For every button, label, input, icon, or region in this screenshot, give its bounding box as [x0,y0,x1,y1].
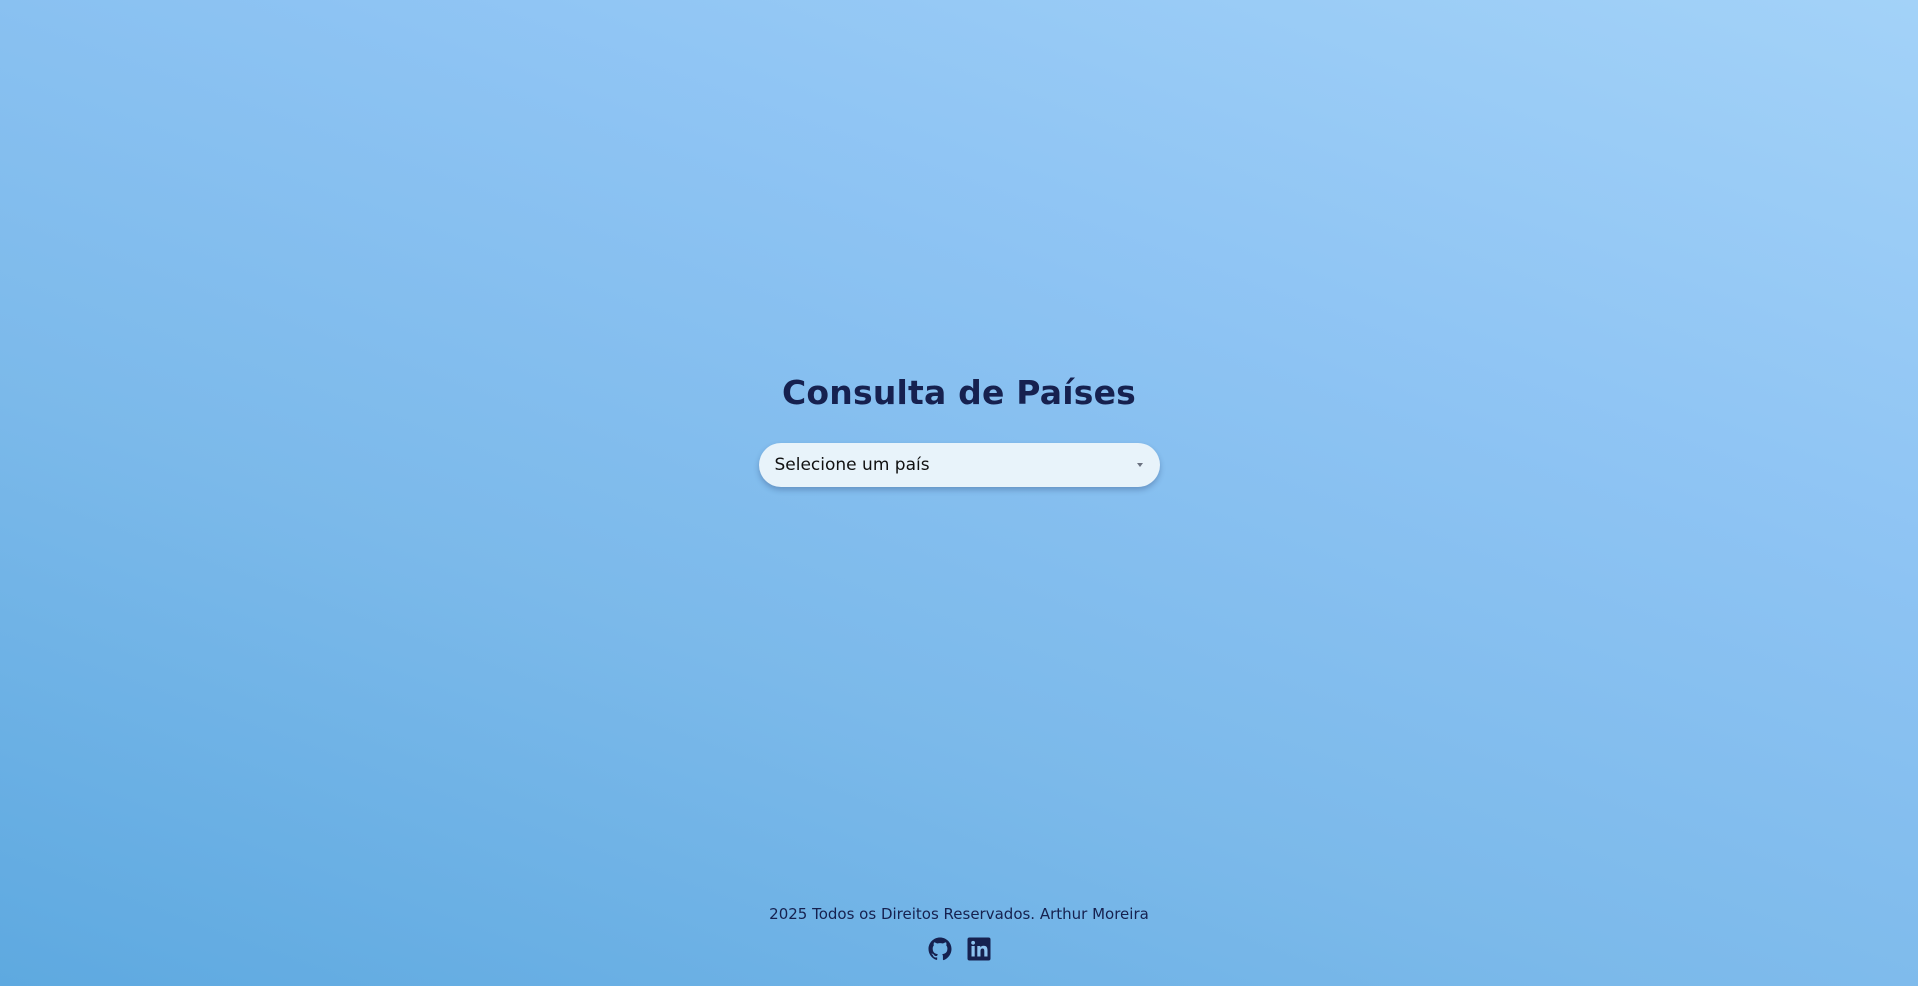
github-link[interactable] [928,937,952,961]
footer: 2025 Todos os Direitos Reservados. Arthu… [0,902,1918,961]
page-title: Consulta de Países [782,373,1136,412]
linkedin-link[interactable] [967,937,991,961]
linkedin-icon [967,937,990,961]
github-icon [928,937,951,961]
copyright-text: 2025 Todos os Direitos Reservados. Arthu… [769,905,1149,923]
country-select-value: Selecione um país [774,455,930,475]
country-select[interactable]: Selecione um país [758,443,1160,487]
chevron-down-icon [1136,463,1143,467]
main-content: Consulta de Países Selecione um país [0,368,1918,487]
social-links [928,937,991,961]
